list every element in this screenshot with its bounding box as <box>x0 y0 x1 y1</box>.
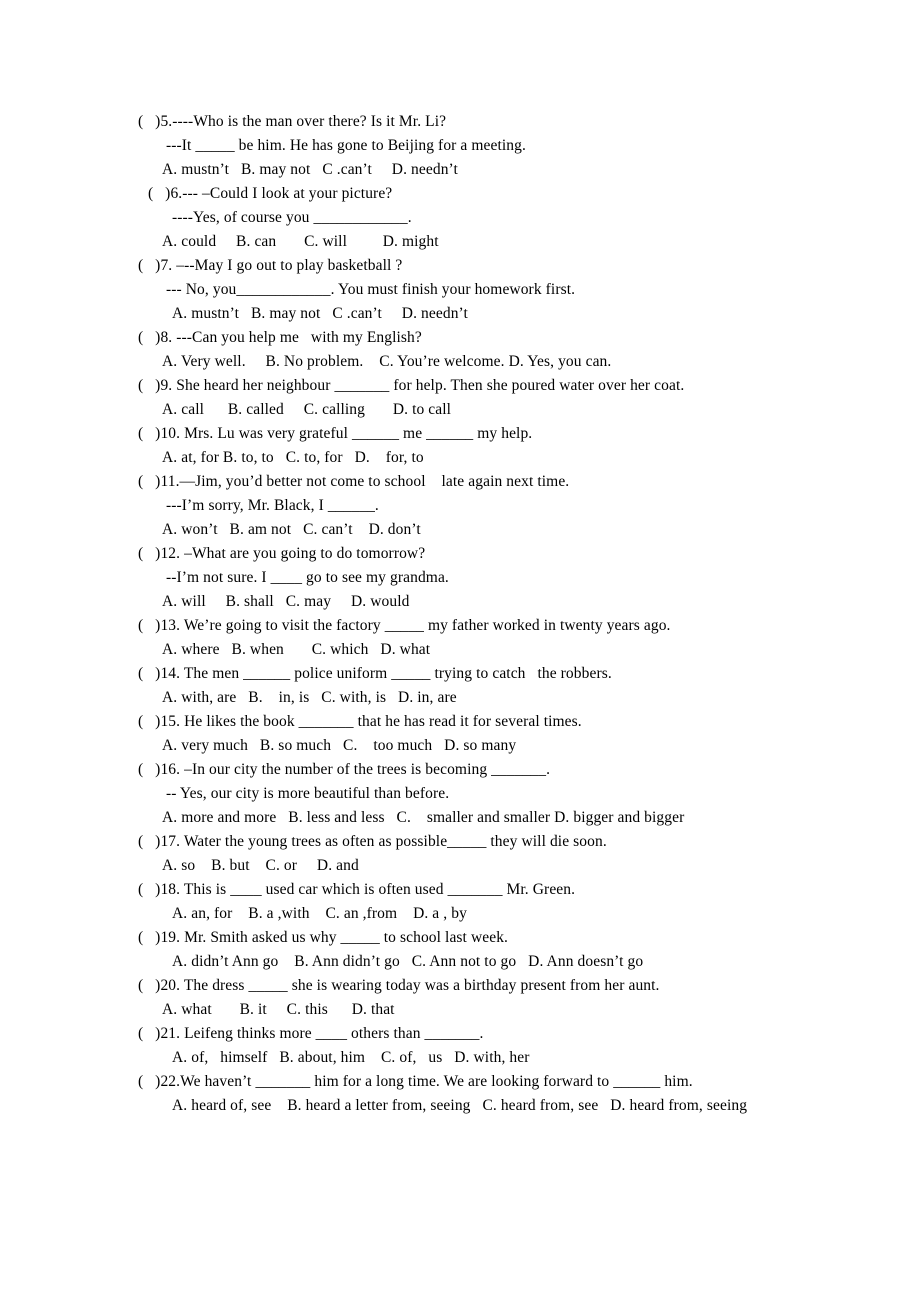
question-line: A. will B. shall C. may D. would <box>162 593 410 610</box>
question-stem: ( )16. –In our city the number of the tr… <box>138 761 551 778</box>
question-item: ( )14. The men ______ police uniform ___… <box>138 662 792 710</box>
question-stem: ( )11.—Jim, you’d better not come to sch… <box>138 473 570 490</box>
question-stem: ( )20. The dress _____ she is wearing to… <box>138 977 660 994</box>
question-line: A. so B. but C. or D. and <box>162 857 359 874</box>
question-line: A. call B. called C. calling D. to call <box>162 401 452 418</box>
question-stem: ( )5.----Who is the man over there? Is i… <box>138 113 447 130</box>
question-stem: ( )19. Mr. Smith asked us why _____ to s… <box>138 929 509 946</box>
question-item: ( )18. This is ____ used car which is of… <box>138 878 792 926</box>
question-stem: ( )15. He likes the book _______ that he… <box>138 713 582 730</box>
question-item: ( )10. Mrs. Lu was very grateful ______ … <box>138 422 792 470</box>
question-item: ( )7. –--May I go out to play basketball… <box>138 254 792 326</box>
question-line: A. won’t B. am not C. can’t D. don’t <box>162 521 421 538</box>
question-list: ( )5.----Who is the man over there? Is i… <box>138 110 792 1118</box>
question-item: ( )13. We’re going to visit the factory … <box>138 614 792 662</box>
question-stem: ( )10. Mrs. Lu was very grateful ______ … <box>138 425 533 442</box>
question-line: A. where B. when C. which D. what <box>162 641 431 658</box>
question-item: ( )16. –In our city the number of the tr… <box>138 758 792 830</box>
question-line: A. an, for B. a ,with C. an ,from D. a ,… <box>172 905 467 922</box>
question-line: A. of, himself B. about, him C. of, us D… <box>172 1049 530 1066</box>
question-line: ---I’m sorry, Mr. Black, I ______. <box>166 497 379 514</box>
question-line: A. could B. can C. will D. might <box>162 233 439 250</box>
question-line: ---It _____ be him. He has gone to Beiji… <box>166 137 526 154</box>
question-item: ( )19. Mr. Smith asked us why _____ to s… <box>138 926 792 974</box>
question-item: ( )8. ---Can you help me with my English… <box>138 326 792 374</box>
question-stem: ( )12. –What are you going to do tomorro… <box>138 545 426 562</box>
question-item: ( )17. Water the young trees as often as… <box>138 830 792 878</box>
question-line: A. very much B. so much C. too much D. s… <box>162 737 517 754</box>
question-item: ( )15. He likes the book _______ that he… <box>138 710 792 758</box>
question-stem: ( )14. The men ______ police uniform ___… <box>138 665 612 682</box>
question-stem: ( )9. She heard her neighbour _______ fo… <box>138 377 685 394</box>
question-item: ( )5.----Who is the man over there? Is i… <box>138 110 792 182</box>
question-stem: ( )8. ---Can you help me with my English… <box>138 329 422 346</box>
question-line: ----Yes, of course you ____________. <box>172 209 412 226</box>
question-line: --I’m not sure. I ____ go to see my gran… <box>166 569 449 586</box>
question-item: ( )22.We haven’t _______ him for a long … <box>138 1070 792 1118</box>
question-line: A. with, are B. in, is C. with, is D. in… <box>162 689 457 706</box>
question-line: A. Very well. B. No problem. C. You’re w… <box>162 353 612 370</box>
question-line: A. heard of, see B. heard a letter from,… <box>172 1097 748 1114</box>
question-stem: ( )17. Water the young trees as often as… <box>138 833 607 850</box>
question-stem: ( )13. We’re going to visit the factory … <box>138 617 671 634</box>
question-line: A. what B. it C. this D. that <box>162 1001 395 1018</box>
question-item: ( )6.--- –Could I look at your picture? -… <box>138 182 792 254</box>
question-item: ( )20. The dress _____ she is wearing to… <box>138 974 792 1022</box>
question-item: ( )11.—Jim, you’d better not come to sch… <box>138 470 792 542</box>
question-line: A. at, for B. to, to C. to, for D. for, … <box>162 449 424 466</box>
question-line: -- Yes, our city is more beautiful than … <box>166 785 450 802</box>
question-line: --- No, you____________. You must finish… <box>166 281 576 298</box>
question-line: A. didn’t Ann go B. Ann didn’t go C. Ann… <box>172 953 644 970</box>
question-item: ( )9. She heard her neighbour _______ fo… <box>138 374 792 422</box>
question-line: A. more and more B. less and less C. sma… <box>162 809 685 826</box>
question-stem: ( )22.We haven’t _______ him for a long … <box>138 1073 693 1090</box>
question-stem: ( )6.--- –Could I look at your picture? <box>148 185 393 202</box>
question-stem: ( )21. Leifeng thinks more ____ others t… <box>138 1025 484 1042</box>
question-item: ( )12. –What are you going to do tomorro… <box>138 542 792 614</box>
question-item: ( )21. Leifeng thinks more ____ others t… <box>138 1022 792 1070</box>
question-stem: ( )18. This is ____ used car which is of… <box>138 881 576 898</box>
question-line: A. mustn’t B. may not C .can’t D. needn’… <box>162 161 458 178</box>
worksheet-page: ( )5.----Who is the man over there? Is i… <box>0 0 920 1302</box>
question-stem: ( )7. –--May I go out to play basketball… <box>138 257 403 274</box>
question-line: A. mustn’t B. may not C .can’t D. needn’… <box>172 305 468 322</box>
